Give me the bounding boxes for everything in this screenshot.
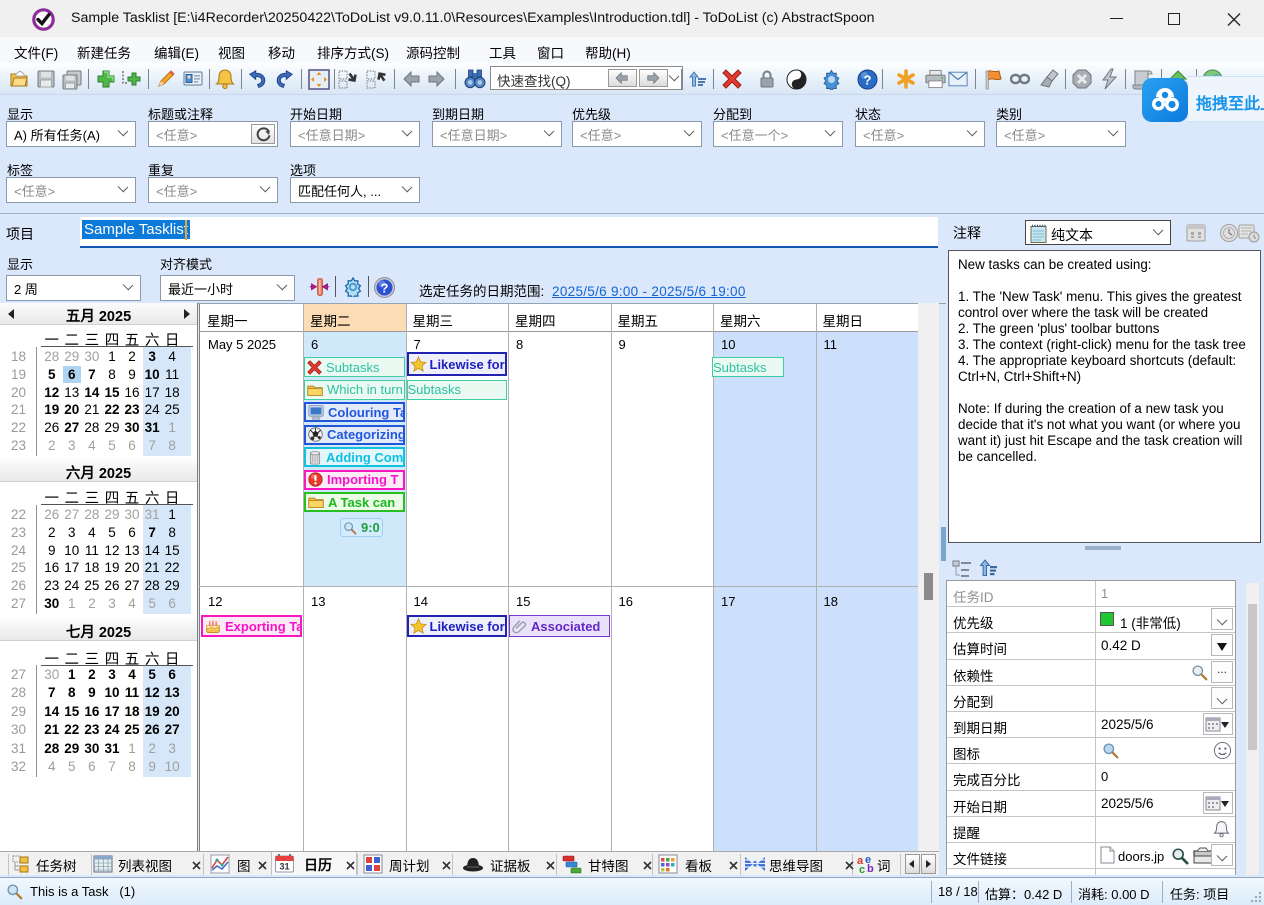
svg-text:?: ? [864,73,872,88]
svg-text:b: b [867,863,874,874]
svg-text:?: ? [381,281,389,296]
svg-text:c: c [859,864,865,874]
svg-text:31: 31 [279,862,289,872]
